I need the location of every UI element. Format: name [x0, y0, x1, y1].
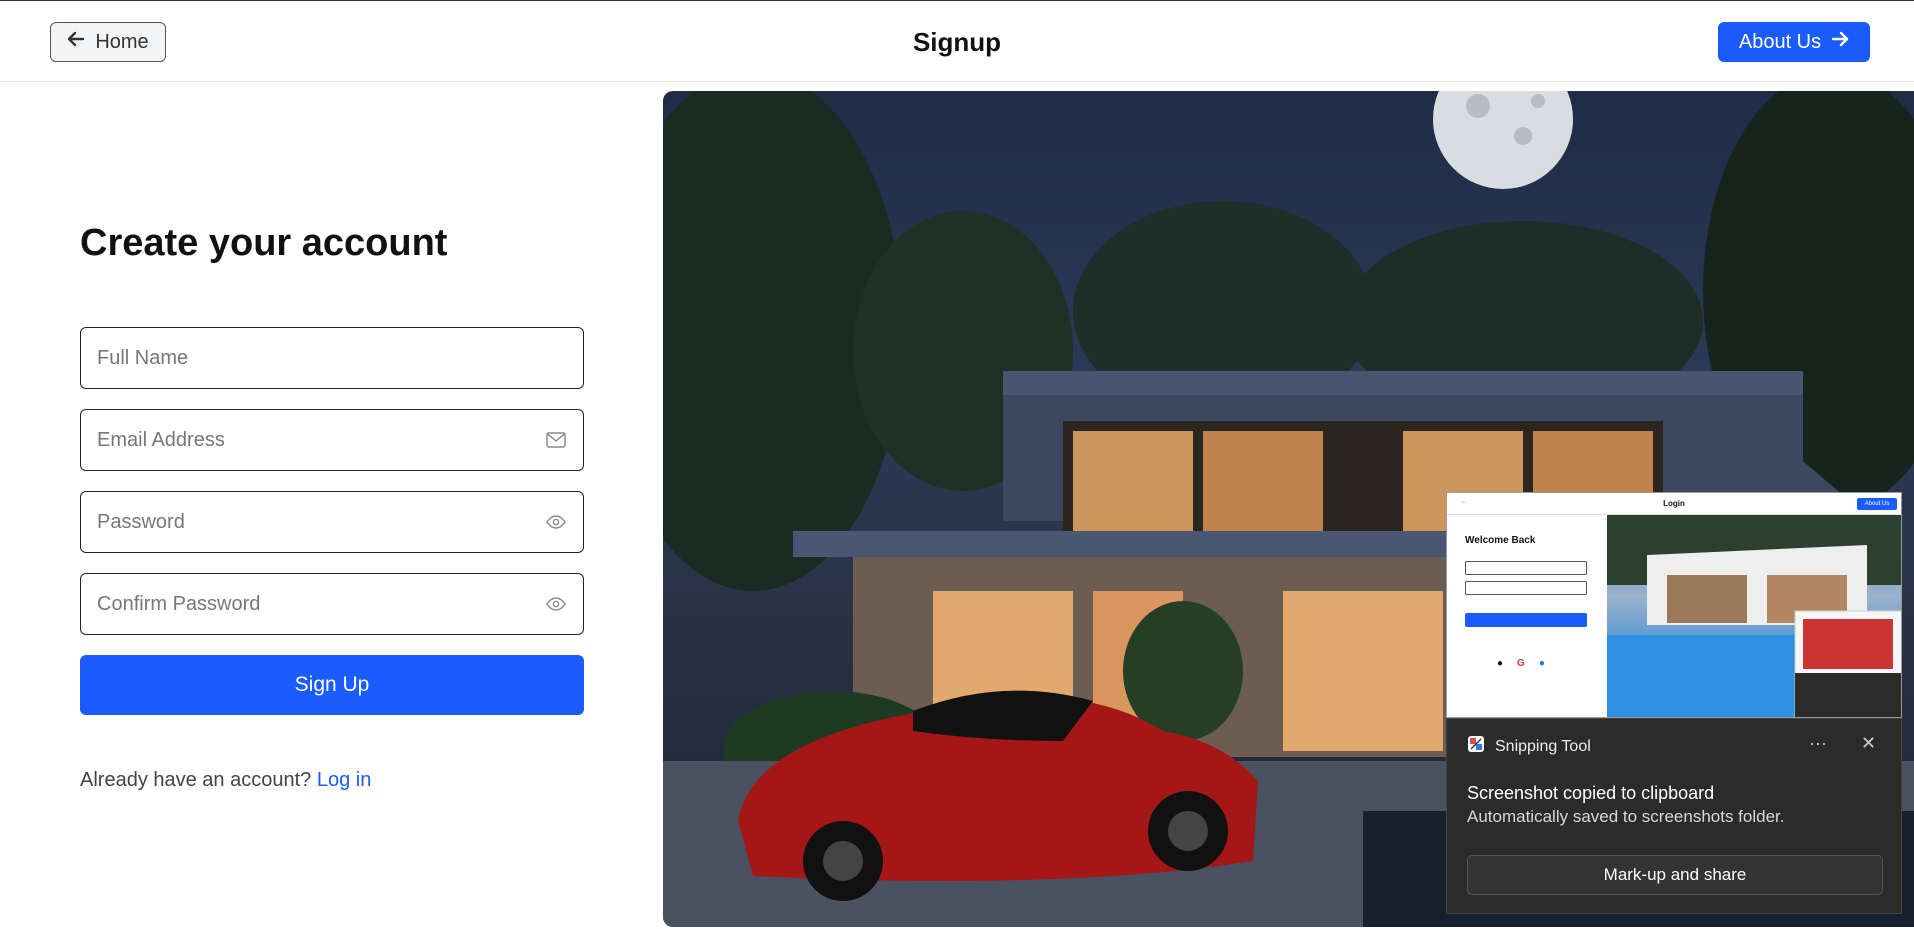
moon	[1433, 91, 1573, 189]
more-options-button[interactable]: ···	[1809, 733, 1827, 754]
thumbnail-about-button: About Us	[1857, 498, 1897, 510]
confirm-password-field[interactable]	[80, 573, 584, 635]
thumbnail-email-field	[1465, 561, 1587, 575]
sign-up-button[interactable]: Sign Up	[80, 655, 584, 715]
snipping-tool-name: Snipping Tool	[1495, 737, 1591, 755]
login-link[interactable]: Log in	[317, 769, 372, 791]
snipping-tool-notification: Snipping Tool ··· ✕ Screenshot copied to…	[1446, 718, 1902, 914]
form-title: Create your account	[80, 222, 448, 264]
login-prompt-text: Already have an account?	[80, 769, 312, 791]
snipping-tool-icon	[1467, 735, 1485, 758]
close-notification-button[interactable]: ✕	[1861, 733, 1876, 754]
apple-icon: ●	[1497, 658, 1504, 669]
email-field[interactable]	[80, 409, 584, 471]
full-name-field[interactable]	[80, 327, 584, 389]
about-us-button[interactable]: About Us	[1718, 22, 1870, 62]
screenshot-thumbnail[interactable]: ← Login About Us Welcome Back ● G ●	[1446, 492, 1902, 718]
thumbnail-form-title: Welcome Back	[1465, 535, 1536, 546]
eye-icon[interactable]	[545, 593, 567, 615]
page-title: Signup	[912, 27, 1002, 57]
about-us-label: About Us	[1738, 30, 1822, 53]
eye-icon[interactable]	[545, 511, 567, 533]
email-input[interactable]	[97, 428, 545, 452]
thumbnail-login-button	[1465, 613, 1587, 627]
google-icon: G	[1517, 658, 1525, 669]
facebook-icon: ●	[1538, 658, 1545, 669]
notification-header: Snipping Tool	[1467, 735, 1591, 758]
app-header: Home Signup About Us	[0, 0, 1914, 82]
confirm-password-input[interactable]	[97, 592, 545, 616]
thumbnail-social-icons: ● G ●	[1497, 658, 1545, 669]
login-prompt: Already have an account? Log in	[80, 769, 371, 792]
mail-icon	[545, 429, 567, 451]
password-field[interactable]	[80, 491, 584, 553]
thumbnail-header: ← Login About Us	[1447, 493, 1901, 515]
thumbnail-password-field	[1465, 581, 1587, 595]
mark-up-and-share-button[interactable]: Mark-up and share	[1467, 855, 1883, 895]
arrow-right-icon	[1831, 30, 1849, 54]
notification-title: Screenshot copied to clipboard	[1467, 783, 1715, 803]
password-input[interactable]	[97, 510, 545, 534]
thumbnail-pool-image	[1607, 515, 1901, 717]
notification-subtitle: Automatically saved to screenshots folde…	[1467, 807, 1785, 826]
full-name-input[interactable]	[97, 346, 567, 370]
thumbnail-title: Login	[1663, 499, 1685, 508]
